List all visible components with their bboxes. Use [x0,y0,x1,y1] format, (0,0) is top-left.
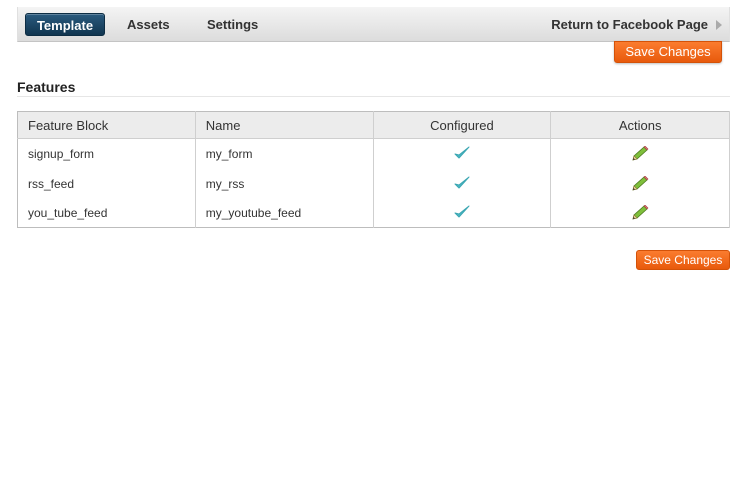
save-changes-button-bottom[interactable]: Save Changes [636,250,730,270]
pencil-icon[interactable] [631,175,649,192]
divider [17,96,730,97]
arrow-right-icon [716,20,722,30]
save-changes-button-top[interactable]: Save Changes [614,41,722,63]
feature-name-cell: my_rss [195,168,374,199]
actions-cell [550,198,730,228]
tab-settings[interactable]: Settings [207,13,258,36]
checkmark-icon [454,176,470,189]
column-header-actions: Actions [550,111,730,139]
pencil-icon[interactable] [631,204,649,221]
pencil-icon[interactable] [631,145,649,162]
table-row: signup_form my_form [17,138,730,169]
section-title: Features [17,79,76,95]
feature-name-cell: my_form [195,138,374,169]
table-header-row: Feature Block Name Configured Actions [17,111,730,139]
configured-cell [373,168,552,199]
column-header-feature-block: Feature Block [17,111,196,139]
feature-block-cell: signup_form [17,138,196,169]
column-header-configured: Configured [373,111,552,139]
column-header-name: Name [195,111,374,139]
feature-block-cell: rss_feed [17,168,196,199]
features-table: Feature Block Name Configured Actions si… [17,111,730,228]
tab-assets[interactable]: Assets [127,13,170,36]
checkmark-icon [454,205,470,218]
table-row: rss_feed my_rss [17,168,730,199]
feature-name-cell: my_youtube_feed [195,198,374,228]
actions-cell [550,168,730,199]
tab-template[interactable]: Template [25,13,105,36]
configured-cell [373,198,552,228]
configured-cell [373,138,552,169]
table-row: you_tube_feed my_youtube_feed [17,198,730,228]
checkmark-icon [454,146,470,159]
feature-block-cell: you_tube_feed [17,198,196,228]
return-to-facebook-link[interactable]: Return to Facebook Page [551,13,708,36]
top-nav-bar: Template Assets Settings Return to Faceb… [17,7,730,42]
actions-cell [550,138,730,169]
